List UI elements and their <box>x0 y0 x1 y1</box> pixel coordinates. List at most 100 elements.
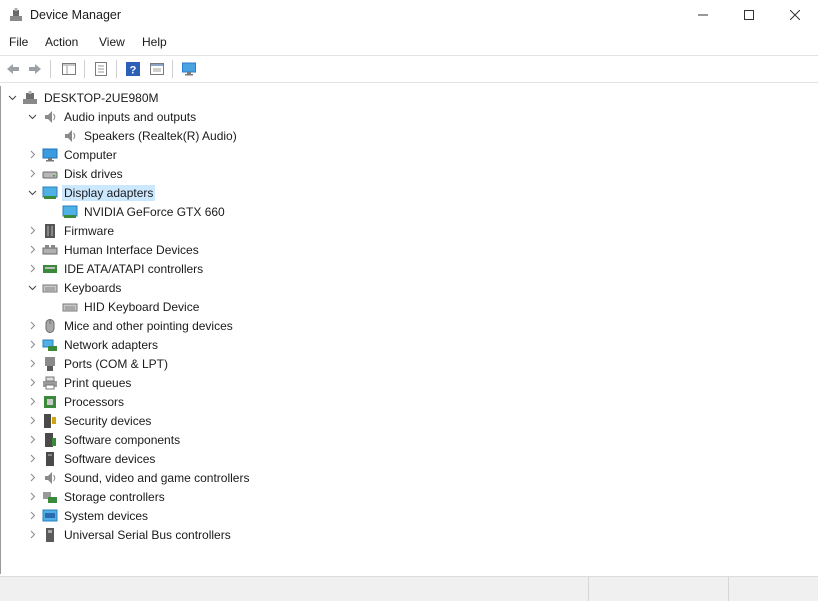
menu-file[interactable]: File <box>9 35 28 49</box>
tree-item-label: Storage controllers <box>64 489 165 504</box>
tree-item-label: IDE ATA/ATAPI controllers <box>64 261 204 276</box>
tree-item-label: Audio inputs and outputs <box>64 109 197 124</box>
chevron-right-icon[interactable] <box>25 221 39 240</box>
chevron-right-icon[interactable] <box>25 259 39 278</box>
tree-item-label: Display adapters <box>62 184 156 201</box>
chevron-right-icon[interactable] <box>25 164 39 183</box>
mouse-icon <box>42 318 58 334</box>
tree-category-node[interactable]: Network adapters <box>25 335 160 354</box>
action-pane-icon[interactable] <box>148 60 166 78</box>
tree-root-node[interactable]: DESKTOP-2UE980M <box>5 88 161 107</box>
storage-icon <box>42 489 58 505</box>
tree-device-node[interactable]: HID Keyboard Device <box>45 297 201 316</box>
menu-action[interactable]: Action <box>45 35 78 49</box>
tree-item-label: Computer <box>64 147 117 162</box>
chevron-right-icon[interactable] <box>25 373 39 392</box>
speaker-icon <box>62 128 78 144</box>
disk-icon <box>42 166 58 182</box>
tree-category-node[interactable]: Storage controllers <box>25 487 167 506</box>
menu-help[interactable]: Help <box>142 35 167 49</box>
tree-item-label: Human Interface Devices <box>64 242 199 257</box>
chevron-right-icon[interactable] <box>25 392 39 411</box>
tree-category-node[interactable]: Print queues <box>25 373 133 392</box>
chevron-down-icon[interactable] <box>25 107 39 126</box>
tree-device-node[interactable]: NVIDIA GeForce GTX 660 <box>45 202 227 221</box>
tree-category-node[interactable]: Human Interface Devices <box>25 240 201 259</box>
chevron-right-icon[interactable] <box>25 430 39 449</box>
maximize-button[interactable] <box>726 0 772 30</box>
menu-view[interactable]: View <box>99 35 125 49</box>
tree-item-label: Universal Serial Bus controllers <box>64 527 231 542</box>
tree-category-node[interactable]: Security devices <box>25 411 153 430</box>
usb-icon <box>42 527 58 543</box>
chevron-right-icon[interactable] <box>25 316 39 335</box>
network-icon <box>42 337 58 353</box>
tree-device-node[interactable]: Speakers (Realtek(R) Audio) <box>45 126 239 145</box>
security-icon <box>42 413 58 429</box>
firmware-icon <box>42 223 58 239</box>
tree-item-label: NVIDIA GeForce GTX 660 <box>84 204 225 219</box>
chevron-right-icon[interactable] <box>25 411 39 430</box>
chevron-right-icon[interactable] <box>25 240 39 259</box>
minimize-button[interactable] <box>680 0 726 30</box>
tree-category-node[interactable]: Universal Serial Bus controllers <box>25 525 233 544</box>
tree-category-node[interactable]: Software components <box>25 430 182 449</box>
tree-item-label: Security devices <box>64 413 152 428</box>
device-tree[interactable]: DESKTOP-2UE980M Audio inputs and outputs S… <box>0 86 818 574</box>
chevron-down-icon[interactable] <box>25 183 39 202</box>
computer-icon <box>42 147 58 163</box>
chevron-right-icon[interactable] <box>25 354 39 373</box>
tree-category-node[interactable]: Software devices <box>25 449 157 468</box>
chevron-right-icon[interactable] <box>25 145 39 164</box>
tree-category-node[interactable]: IDE ATA/ATAPI controllers <box>25 259 205 278</box>
software-device-icon <box>42 451 58 467</box>
tree-category-node[interactable]: Processors <box>25 392 126 411</box>
chevron-right-icon[interactable] <box>25 449 39 468</box>
tree-category-node[interactable]: Keyboards <box>25 278 123 297</box>
tree-item-label: Firmware <box>64 223 114 238</box>
toolbar-separator <box>84 60 85 78</box>
tree-item-label: Speakers (Realtek(R) Audio) <box>84 128 237 143</box>
chevron-right-icon[interactable] <box>25 468 39 487</box>
status-bar <box>0 576 818 601</box>
tree-item-label: Ports (COM & LPT) <box>64 356 169 371</box>
chevron-right-icon[interactable] <box>25 487 39 506</box>
audio-icon <box>42 109 58 125</box>
tree-item-label: Network adapters <box>64 337 159 352</box>
tree-category-node[interactable]: Firmware <box>25 221 116 240</box>
tree-category-node[interactable]: Disk drives <box>25 164 125 183</box>
status-pane <box>728 577 729 601</box>
chevron-right-icon[interactable] <box>25 335 39 354</box>
tree-category-node[interactable]: Ports (COM & LPT) <box>25 354 170 373</box>
sound-icon <box>42 470 58 486</box>
close-button[interactable] <box>772 0 818 30</box>
tree-category-node[interactable]: Audio inputs and outputs <box>25 107 198 126</box>
port-icon <box>42 356 58 372</box>
tree-item-label: Keyboards <box>64 280 122 295</box>
properties-icon[interactable] <box>92 60 110 78</box>
tree-category-node[interactable]: System devices <box>25 506 150 525</box>
tree-item-label: Software components <box>64 432 181 447</box>
tree-item-label: DESKTOP-2UE980M <box>44 90 159 105</box>
tree-category-node[interactable]: Mice and other pointing devices <box>25 316 235 335</box>
display-adapter-icon <box>42 185 58 201</box>
device-manager-icon <box>8 7 24 23</box>
tree-category-node[interactable]: Sound, video and game controllers <box>25 468 251 487</box>
tree-category-node[interactable]: Display adapters <box>25 183 156 202</box>
back-arrow-icon[interactable] <box>4 60 22 78</box>
window-title: Device Manager <box>30 8 122 22</box>
tree-item-label: Processors <box>64 394 125 409</box>
chevron-right-icon[interactable] <box>25 506 39 525</box>
chevron-down-icon[interactable] <box>25 278 39 297</box>
tree-item-label: Print queues <box>64 375 132 390</box>
show-hide-tree-icon[interactable] <box>60 60 78 78</box>
monitor-icon[interactable] <box>180 60 198 78</box>
computer-root-icon <box>22 90 38 106</box>
chevron-down-icon[interactable] <box>5 88 19 107</box>
tree-category-node[interactable]: Computer <box>25 145 119 164</box>
tree-item-label: System devices <box>64 508 149 523</box>
tree-item-label: Software devices <box>64 451 156 466</box>
chevron-right-icon[interactable] <box>25 525 39 544</box>
forward-arrow-icon[interactable] <box>26 60 44 78</box>
help-icon[interactable]: ? <box>124 60 142 78</box>
